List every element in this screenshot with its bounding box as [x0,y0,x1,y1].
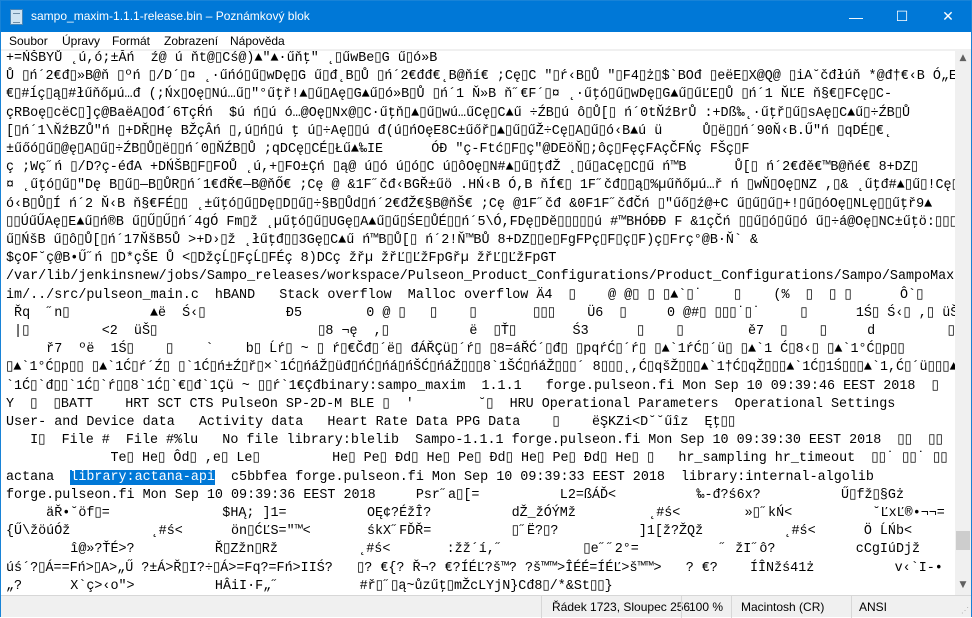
resize-grip-icon[interactable]: ⋰ [961,606,969,615]
notepad-window: sampo_maxim-1.1.1-release.bin – Poznámko… [0,0,972,618]
notepad-icon [10,9,23,25]
text-line: actana library:actana-api c5bbfea forge.… [6,469,874,487]
text-line: {Ű\žöúÓž ˛#ś< ön▯ĆĽS="™< śkX˝FĎŘ= ▯˝Ë?▯?… [6,524,913,540]
minimize-button[interactable]: — [833,1,879,32]
text-line: $çOF˘ç@B•Ű˝ń ▯D*çŠE Ů <▯DžçĹ▯FçĹ▯FÉç 8)D… [6,251,557,267]
text-line: ±űőó▯ű▯@ę▯A▯ű▯÷ŹB▯Ů▯ë▯▯ń´0▯ŇŹB▯Ů ;qDCę▯C… [6,142,750,157]
text-line: im/../src/pulseon_main.c hBAND Stack ove… [6,287,924,303]
text-line: Řq ˝n▯ ▲ë Ś‹▯ Đ5 0 @ ▯ ▯ ▯ ▯▯▯ Ü6 ▯ 0 @#… [14,305,955,321]
line-endings: Macintosh (CR) [741,600,825,614]
status-divider [541,596,542,618]
text-line: ▯▲`1°Ć▯p▯▯ ▯▲`1Ć▯ŕ´Ź▯ ▯`1Ć▯ń±Ź▯ř▯×`1Ć▯ńá… [6,360,955,376]
text-line: |▯ <2 üŠ▯ ▯8 ¬ę ,▯ ë ▯Ť▯ Ś3 ▯ ▯ ě7 ▯ ▯ d… [6,324,955,339]
window-title: sampo_maxim-1.1.1-release.bin – Poznámko… [31,9,310,23]
text-line: ř7 ºë 1Ś▯ ▯ ` b▯ Ĺŕ▯ ~ ▯ ŕ▯€Čđ▯´ë▯ đÁŘÇü… [6,342,905,358]
text-line: forge.pulseon.fi Mon Sep 10 09:39:36 EES… [6,487,955,503]
menu-soubor[interactable]: Soubor [9,34,48,48]
encoding: ANSI [859,600,888,614]
text-line: User- and Device data Activity data Hear… [6,415,736,430]
text-line: çRBoę▯cëC▯]ç@BaëA▯Ođ´6TçŔń $ú ń▯ú ó…@Oę▯… [6,105,911,121]
text-line: ű▯ŃšB ű▯ô▯Ů[▯ń´17ŇšB5Ů >+D›▯ž ˛łűţđ▯▯3Gę… [6,233,759,248]
text-line: +=ŃŠBYŮ ˛ú,ó;±Ăń ź@ ú ňt@▯Cś@)▲"▲·űňţ" ˛… [6,51,438,66]
text-line: úś´?▯Á==Fń>▯A>„Ű ?±Á>Ř▯I?÷▯Á>=Fq?=Fń>IIŚ… [6,560,943,576]
vertical-scrollbar[interactable]: ▲ ▼ [955,50,971,595]
status-divider [681,596,682,618]
text-line: Te▯ He▯ Ôd▯ ,e▯ Le▯ He▯ Pe▯ Đd▯ He▯ Pe▯ … [6,451,955,467]
text-line: ó‹B▯Ů▯Í ń´2 Ň‹B ň§€FÉ▯▯ ˛±űţó▯ű▯Dę▯D▯ű▯÷… [6,196,933,212]
menu-napoveda[interactable]: Nápověda [230,34,285,48]
menu-bar: Soubor Úpravy Formát Zobrazení Nápověda [1,32,971,50]
text-line: Ů ▯ń´2€đ▯»B@ň ▯ºń ▯/D´▯¤ ˛·űńó▯ű▯wDę▯G ű… [6,69,955,85]
text-line: „? X`ç>‹o"> HÂiI·F„˝ #ř▯˝▯ą~ůzűţ▯mŽcLYjN… [6,578,613,594]
zoom-level: 100 % [689,600,724,614]
text-line: `1Ć▯`đ▯▯`1Ć▯`ŕ▯▯8`1Ć▯`€▯đ`1Çü ~ ▯▯ŕ`1€Çđ… [6,378,939,394]
status-divider [731,596,732,618]
close-button[interactable]: ✕ [925,1,971,32]
text-line: ç ;Wç˝ń ▯/D?ç-éđA +DŃŠB▯F▯FOŮ ˛ú,+▯FO±Çń… [6,160,919,176]
menu-zobrazeni[interactable]: Zobrazení [164,34,218,48]
menu-upravy[interactable]: Úpravy [62,34,100,48]
text-line: [▯ń´1\ŇźBZŮ"ń ▯+DŘ▯Hę BŽçÂń ▯,ú▯ń▯ú ţ ú▯… [6,123,892,139]
status-divider [851,596,852,618]
text-line: Y ▯ ▯BATT HRT SCT CTS PulseOn SP-2D-M BL… [6,396,896,412]
scroll-up-arrow-icon[interactable]: ▲ [955,50,971,67]
status-bar: Řádek 1723, Sloupec 256 100 % Macintosh … [1,595,971,618]
text-line: I▯ File # File #%lu No file library:blel… [6,433,943,449]
scrollbar-thumb[interactable] [956,531,970,550]
text-before-selection: actana [6,469,71,485]
text-line: ▯▯ÚűŰAę▯E▲ű▯ń®B ű▯Ű▯Ű▯ń´4gÓ Fm▯ž ˛µűţó▯ű… [6,214,955,230]
menu-format[interactable]: Formát [112,34,150,48]
text-line: /var/lib/jenkinsnew/jobs/Sampo_releases/… [6,269,955,285]
selected-text[interactable]: library:actana-api [70,469,215,485]
scroll-down-arrow-icon[interactable]: ▼ [955,577,971,594]
cursor-position: Řádek 1723, Sloupec 256 [552,600,691,614]
text-editor[interactable]: actana library:actana-api c5bbfea forge.… [1,50,955,595]
text-line: äŘ•˘öf▯= $HĄ; ]1= OĘ¢?ÉžÎ? dŽ_žÓÝMž ˛#ś<… [46,506,945,521]
maximize-button[interactable]: ☐ [879,1,925,32]
text-line: ¤ ˛űţó▯ű▯"Dę B▯ű▯—B▯ŮR▯ń´1€đŘ€—B@ňŐ€ ;Cę… [6,178,955,194]
text-line: €▯#ĺç▯ą▯#łűňőµú…đ (;Ńx▯Oę▯Nú…ű▯"°űţř!▲▯ű… [6,87,892,103]
text-after-selection: c5bbfea forge.pulseon.fi Mon Sep 10 09:3… [214,469,874,485]
text-line: î@»?ŤÉ>? Ř▯Zžn▯Rž ˛#ś< :žž´í,˝ ▯e˝˝2°= ˝… [6,542,921,558]
title-bar[interactable]: sampo_maxim-1.1.1-release.bin – Poznámko… [1,1,971,32]
